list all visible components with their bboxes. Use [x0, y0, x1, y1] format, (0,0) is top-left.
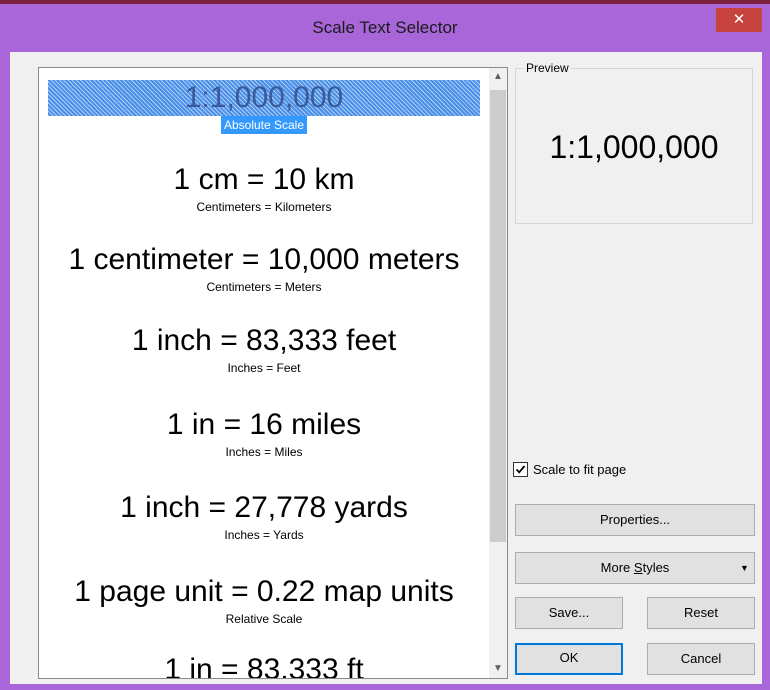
more-styles-label-pre: More — [600, 560, 634, 575]
list-item-text: 1:1,000,000 — [48, 80, 480, 116]
close-button[interactable]: ✕ — [716, 8, 762, 32]
list-scrollbar[interactable]: ▲ ▼ — [489, 68, 507, 678]
ok-button[interactable]: OK — [515, 643, 623, 675]
preview-group: Preview 1:1,000,000 — [515, 61, 753, 224]
preview-text: 1:1,000,000 — [549, 129, 719, 165]
list-item-text: 1 inch = 83,333 feet — [131, 324, 397, 357]
more-styles-button[interactable]: More Styles ▼ — [515, 552, 755, 584]
reset-button[interactable]: Reset — [647, 597, 755, 629]
scale-text-list[interactable]: 1:1,000,000 Absolute Scale 1 cm = 10 km … — [38, 67, 508, 679]
dialog-client-area: 1:1,000,000 Absolute Scale 1 cm = 10 km … — [10, 52, 762, 684]
save-button[interactable]: Save... — [515, 597, 623, 629]
list-item-caption: Relative Scale — [225, 612, 303, 626]
list-item[interactable]: 1 in = 16 miles Inches = Miles — [39, 407, 489, 461]
list-item-text: 1 cm = 10 km — [173, 163, 355, 196]
list-item-caption: Centimeters = Kilometers — [196, 200, 332, 214]
list-item[interactable]: 1:1,000,000 Absolute Scale — [39, 80, 489, 134]
list-item[interactable]: 1 inch = 27,778 yards Inches = Yards — [39, 490, 489, 544]
list-item-caption: Inches = Feet — [227, 361, 301, 375]
dialog-window: Scale Text Selector ✕ 1:1,000,000 Absolu… — [0, 0, 770, 690]
list-item-caption: Centimeters = Meters — [206, 280, 322, 294]
window-title: Scale Text Selector — [312, 18, 458, 37]
list-item[interactable]: 1 inch = 83,333 feet Inches = Feet — [39, 323, 489, 377]
close-icon: ✕ — [732, 11, 746, 28]
list-item-text: 1 page unit = 0.22 map units — [74, 575, 454, 608]
dropdown-arrow-icon: ▼ — [740, 563, 749, 573]
list-item-caption: Inches = Miles — [225, 445, 303, 459]
chevron-down-icon[interactable]: ▼ — [489, 660, 507, 678]
preview-label: Preview — [524, 61, 571, 75]
list-item-text: 1 in = 16 miles — [166, 408, 362, 441]
chevron-up-icon[interactable]: ▲ — [489, 68, 507, 86]
scroll-thumb[interactable] — [490, 90, 506, 542]
list-items: 1:1,000,000 Absolute Scale 1 cm = 10 km … — [39, 68, 489, 678]
list-item[interactable]: 1 in = 83,333 ft — [39, 652, 489, 679]
list-item-text: 1 inch = 27,778 yards — [120, 491, 408, 524]
list-item[interactable]: 1 centimeter = 10,000 meters Centimeters… — [39, 242, 489, 296]
checkmark-icon — [515, 465, 526, 474]
more-styles-label-post: tyles — [642, 560, 670, 575]
title-bar[interactable]: Scale Text Selector — [0, 8, 770, 48]
cancel-button[interactable]: Cancel — [647, 643, 755, 675]
list-item[interactable]: 1 cm = 10 km Centimeters = Kilometers — [39, 162, 489, 216]
list-item-text: 1 centimeter = 10,000 meters — [68, 243, 460, 276]
list-item-text: 1 in = 83,333 ft — [164, 653, 364, 679]
list-item-caption: Absolute Scale — [220, 116, 308, 134]
properties-button[interactable]: Properties... — [515, 504, 755, 536]
scale-to-fit-label: Scale to fit page — [533, 462, 627, 477]
scale-to-fit-checkbox[interactable] — [513, 462, 528, 477]
list-item[interactable]: 1 page unit = 0.22 map units Relative Sc… — [39, 574, 489, 628]
more-styles-label-accel: S — [633, 560, 643, 575]
list-item-caption: Inches = Yards — [224, 528, 304, 542]
